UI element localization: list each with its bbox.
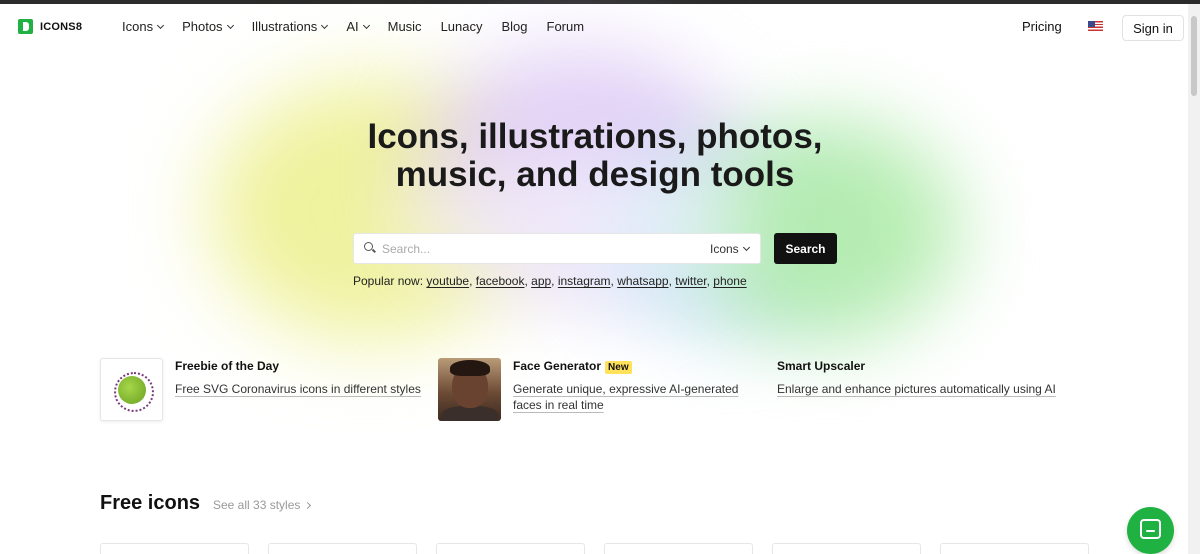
freebie-description[interactable]: Free SVG Coronavirus icons in different …	[175, 381, 421, 397]
nav-item-ai[interactable]: AI	[346, 19, 370, 34]
nav-item-photos[interactable]: Photos	[182, 19, 234, 34]
popular-label: Popular now:	[353, 274, 424, 288]
chat-icon	[1140, 519, 1161, 539]
search-box: Icons	[353, 233, 761, 264]
coronavirus-icon	[114, 372, 154, 412]
nav-label: Music	[387, 19, 422, 34]
sign-in-button[interactable]: Sign in	[1122, 15, 1184, 41]
nav-label: Lunacy	[440, 19, 483, 34]
icon-style-card[interactable]	[940, 543, 1089, 554]
icon-style-card[interactable]	[604, 543, 753, 554]
hero-title-line1: Icons, illustrations, photos,	[367, 117, 823, 156]
logo[interactable]: ICONS8	[18, 19, 82, 34]
face-photo-hair	[450, 360, 490, 376]
main-menu: Icons Photos Illustrations AI Music Luna…	[122, 19, 603, 34]
icon-style-card[interactable]	[100, 543, 249, 554]
logo-text: ICONS8	[40, 20, 83, 33]
nav-label: Photos	[182, 19, 223, 34]
face-generator-desc-line2: faces in real time	[513, 398, 604, 412]
nav-item-music[interactable]: Music	[388, 19, 422, 34]
icon-style-card[interactable]	[436, 543, 585, 554]
nav-item-lunacy[interactable]: Lunacy	[441, 19, 483, 34]
icon-style-card[interactable]	[268, 543, 417, 554]
popular-link-youtube[interactable]: youtube	[426, 274, 469, 288]
chevron-down-icon	[321, 21, 329, 29]
smart-upscaler-description[interactable]: Enlarge and enhance pictures automatical…	[777, 381, 1056, 397]
icon-style-card[interactable]	[772, 543, 921, 554]
nav-label: AI	[346, 19, 359, 34]
search-type-select[interactable]: Icons	[710, 242, 750, 256]
hero-title: Icons, illustrations, photos, music, and…	[300, 118, 890, 194]
nav-label: Forum	[546, 19, 585, 34]
chevron-down-icon	[157, 21, 165, 29]
face-generator-thumbnail[interactable]	[438, 358, 501, 421]
popular-searches: Popular now: youtube, facebook, app, ins…	[353, 274, 747, 288]
us-flag-icon[interactable]	[1088, 21, 1103, 31]
freebie-desc-text: Free SVG Coronavirus icons in different …	[175, 382, 421, 396]
popular-link-phone[interactable]: phone	[713, 274, 746, 288]
nav-item-icons[interactable]: Icons	[122, 19, 165, 34]
icons8-logo-icon	[18, 19, 33, 34]
nav-item-blog[interactable]: Blog	[501, 19, 527, 34]
freebie-thumbnail[interactable]	[100, 358, 163, 421]
top-nav: ICONS8 Icons Photos Illustrations AI Mus…	[0, 4, 1188, 50]
nav-label: Blog	[501, 19, 528, 34]
search-icon	[364, 242, 373, 251]
nav-item-illustrations[interactable]: Illustrations	[251, 19, 329, 34]
hero-title-line2: music, and design tools	[395, 155, 795, 194]
face-photo-shirt	[442, 406, 498, 421]
search-input[interactable]	[382, 240, 682, 258]
pricing-link[interactable]: Pricing	[1022, 19, 1062, 34]
popular-link-facebook[interactable]: facebook	[476, 274, 525, 288]
freebie-title[interactable]: Freebie of the Day	[175, 359, 279, 373]
popular-link-instagram[interactable]: instagram	[558, 274, 611, 288]
see-all-styles-link[interactable]: See all 33 styles	[213, 498, 312, 512]
nav-label: Illustrations	[251, 19, 318, 34]
chevron-down-icon	[742, 243, 750, 252]
see-all-text: See all 33 styles	[213, 498, 301, 512]
search-button[interactable]: Search	[774, 233, 837, 264]
popular-link-app[interactable]: app	[531, 274, 551, 288]
nav-label: Icons	[122, 19, 154, 34]
smart-upscaler-desc-text: Enlarge and enhance pictures automatical…	[777, 382, 1056, 396]
chevron-right-icon	[304, 501, 312, 509]
scrollbar[interactable]	[1188, 4, 1200, 554]
face-generator-title[interactable]: Face Generator New	[513, 359, 632, 374]
scrollbar-thumb[interactable]	[1191, 16, 1197, 96]
chat-button[interactable]	[1127, 507, 1174, 554]
chevron-down-icon	[362, 21, 370, 29]
smart-upscaler-title[interactable]: Smart Upscaler	[777, 359, 865, 373]
face-generator-title-text: Face Generator	[513, 359, 602, 373]
new-badge: New	[605, 361, 632, 374]
face-generator-desc-line1: Generate unique, expressive AI-generated	[513, 382, 739, 396]
search-type-label: Icons	[710, 242, 739, 256]
face-generator-description[interactable]: Generate unique, expressive AI-generated…	[513, 381, 738, 413]
chevron-down-icon	[226, 21, 234, 29]
nav-item-forum[interactable]: Forum	[547, 19, 585, 34]
free-icons-heading: Free icons	[100, 492, 201, 514]
popular-link-whatsapp[interactable]: whatsapp	[617, 274, 668, 288]
popular-link-twitter[interactable]: twitter	[675, 274, 706, 288]
